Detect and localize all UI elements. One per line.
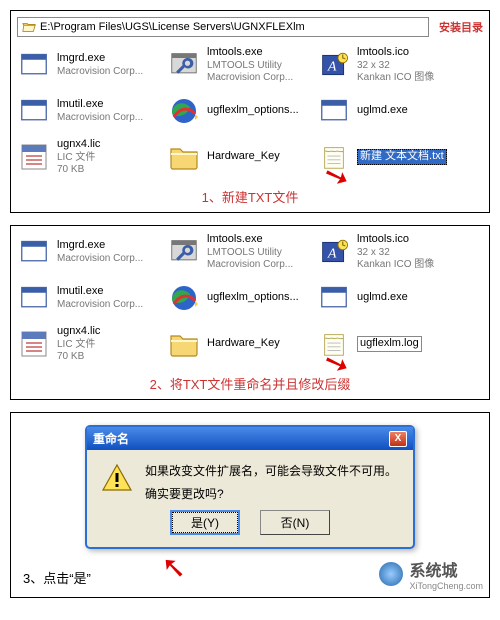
- dialog-message: 如果改变文件扩展名，可能会导致文件不可用。 确实要更改吗?: [145, 462, 397, 502]
- folder-open-icon: [22, 20, 36, 34]
- file-ugflexlm-options[interactable]: ugflexlm_options...: [167, 278, 317, 318]
- panel-2: lmgrd.exeMacrovision Corp... lmtools.exe…: [10, 225, 490, 400]
- panel-3: 重命名 X 如果改变文件扩展名，可能会导致文件不可用。 确实要更改吗? 是(Y)…: [10, 412, 490, 598]
- dialog-title-text: 重命名: [93, 430, 129, 447]
- folder-icon: [167, 327, 201, 361]
- caption-2: 2、将TXT文件重命名并且修改后缀: [17, 374, 483, 393]
- lic-icon: [17, 327, 51, 361]
- yes-button[interactable]: 是(Y): [170, 510, 240, 535]
- wrench-icon: [167, 235, 201, 269]
- globe-icon: [167, 281, 201, 315]
- file-ugnx4-lic[interactable]: ugnx4.licLIC 文件70 KB: [17, 324, 167, 364]
- file-ugflexlm-options[interactable]: ugflexlm_options...: [167, 91, 317, 131]
- window-icon: [17, 281, 51, 315]
- file-lmtools-exe[interactable]: lmtools.exeLMTOOLS UtilityMacrovision Co…: [167, 232, 317, 272]
- note-icon: [317, 140, 351, 174]
- note-icon: [317, 327, 351, 361]
- rename-dialog: 重命名 X 如果改变文件扩展名，可能会导致文件不可用。 确实要更改吗? 是(Y)…: [85, 425, 415, 549]
- renamed-file-box[interactable]: ugflexlm.log: [357, 336, 422, 351]
- dialog-titlebar[interactable]: 重命名 X: [87, 427, 413, 450]
- file-lmutil[interactable]: lmutil.exeMacrovision Corp...: [17, 91, 167, 131]
- folder-icon: [167, 140, 201, 174]
- window-icon: [317, 281, 351, 315]
- site-logo: 系统城 XiTongCheng.com: [379, 557, 483, 591]
- file-lmtools-ico[interactable]: lmtools.ico32 x 32Kankan ICO 图像: [317, 45, 467, 85]
- file-ugflexlm-log[interactable]: ugflexlm.log: [317, 324, 467, 364]
- file-grid-1: lmgrd.exeMacrovision Corp... lmtools.exe…: [17, 45, 483, 183]
- ico-icon: [317, 235, 351, 269]
- file-lmgrd[interactable]: lmgrd.exeMacrovision Corp...: [17, 45, 167, 85]
- file-hardware-key[interactable]: Hardware_Key: [167, 137, 317, 177]
- file-lmtools-exe[interactable]: lmtools.exeLMTOOLS UtilityMacrovision Co…: [167, 45, 317, 85]
- warning-icon: [101, 462, 133, 502]
- window-icon: [17, 94, 51, 128]
- file-grid-2: lmgrd.exeMacrovision Corp... lmtools.exe…: [17, 232, 483, 370]
- close-icon[interactable]: X: [389, 431, 407, 447]
- globe-icon: [167, 94, 201, 128]
- no-button[interactable]: 否(N): [260, 510, 330, 535]
- file-uglmd[interactable]: uglmd.exe: [317, 91, 467, 131]
- address-text: E:\Program Files\UGS\License Servers\UGN…: [40, 21, 305, 33]
- file-ugnx4-lic[interactable]: ugnx4.licLIC 文件70 KB: [17, 137, 167, 177]
- address-row: E:\Program Files\UGS\License Servers\UGN…: [17, 17, 483, 37]
- file-hardware-key[interactable]: Hardware_Key: [167, 324, 317, 364]
- address-bar[interactable]: E:\Program Files\UGS\License Servers\UGN…: [17, 17, 429, 37]
- file-new-txt[interactable]: 新建 文本文档.txt: [317, 137, 467, 177]
- lic-icon: [17, 140, 51, 174]
- file-uglmd[interactable]: uglmd.exe: [317, 278, 467, 318]
- window-icon: [317, 94, 351, 128]
- ico-icon: [317, 48, 351, 82]
- step3-label: 3、点击“是”: [23, 568, 91, 587]
- window-icon: [17, 48, 51, 82]
- logo-icon: [379, 562, 403, 586]
- install-dir-label: 安装目录: [439, 19, 483, 35]
- caption-1: 1、新建TXT文件: [17, 187, 483, 206]
- window-icon: [17, 235, 51, 269]
- file-lmtools-ico[interactable]: lmtools.ico32 x 32Kankan ICO 图像: [317, 232, 467, 272]
- new-txt-name-selected[interactable]: 新建 文本文档.txt: [357, 149, 447, 164]
- wrench-icon: [167, 48, 201, 82]
- file-lmgrd[interactable]: lmgrd.exeMacrovision Corp...: [17, 232, 167, 272]
- panel-1: E:\Program Files\UGS\License Servers\UGN…: [10, 10, 490, 213]
- file-lmutil[interactable]: lmutil.exeMacrovision Corp...: [17, 278, 167, 318]
